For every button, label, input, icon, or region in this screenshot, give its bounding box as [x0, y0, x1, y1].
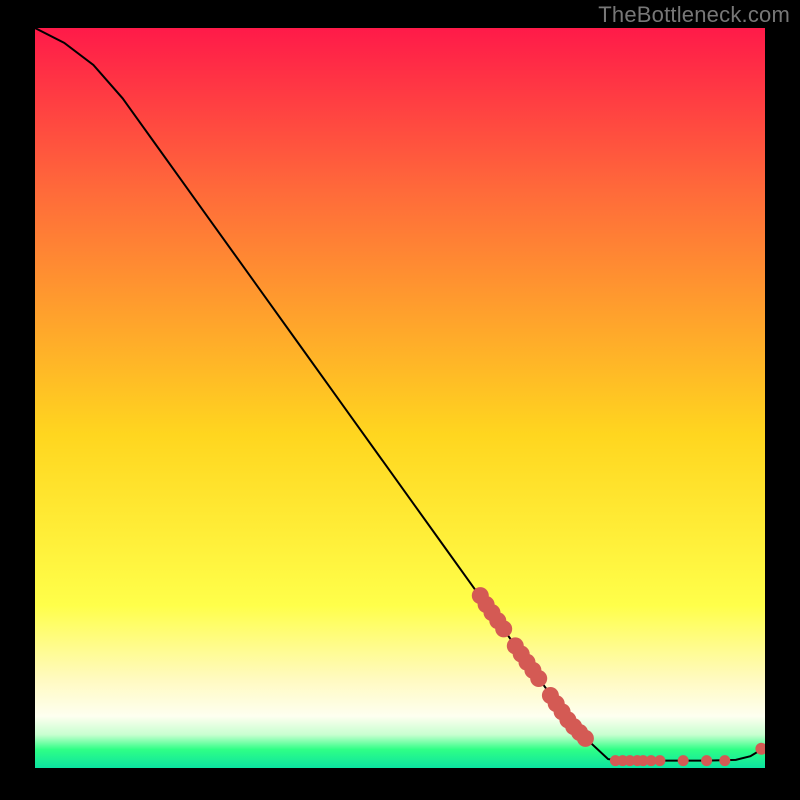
chart-frame: TheBottleneck.com [0, 0, 800, 800]
marker-dot [530, 670, 547, 687]
plot-area [35, 28, 765, 768]
marker-dot [719, 755, 730, 766]
marker-dot [495, 620, 512, 637]
bottleneck-chart [35, 28, 765, 768]
marker-dot [577, 730, 594, 747]
attribution-label: TheBottleneck.com [598, 2, 790, 28]
marker-dot [678, 755, 689, 766]
marker-dot [654, 755, 665, 766]
marker-dot [701, 755, 712, 766]
gradient-background [35, 28, 765, 768]
